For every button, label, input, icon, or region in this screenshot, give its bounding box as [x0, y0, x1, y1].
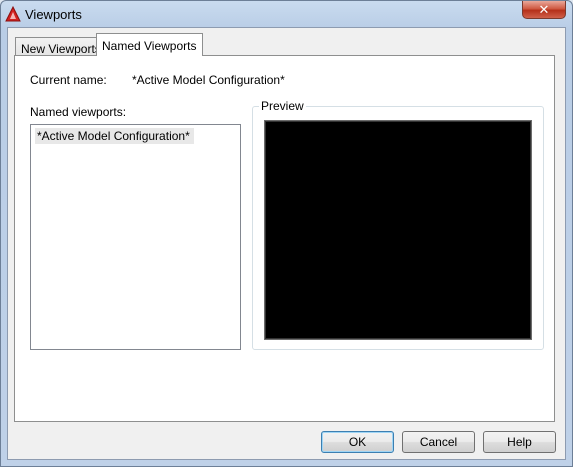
close-button[interactable]: ✕: [522, 1, 566, 19]
help-button[interactable]: Help: [483, 431, 556, 453]
named-viewports-panel: Current name: *Active Model Configuratio…: [14, 55, 555, 422]
current-name-value: *Active Model Configuration*: [132, 73, 285, 87]
preview-group-title: Preview: [259, 99, 306, 113]
viewports-dialog: Viewports ✕ New Viewports Named Viewport…: [0, 0, 573, 467]
current-name-label: Current name:: [30, 73, 107, 87]
preview-canvas: [264, 120, 532, 340]
tab-label: Named Viewports: [102, 39, 197, 53]
tab-new-viewports[interactable]: New Viewports: [15, 37, 107, 57]
dialog-client-area: New Viewports Named Viewports Current na…: [7, 27, 566, 460]
autocad-app-icon: [5, 6, 21, 22]
window-title: Viewports: [25, 7, 82, 22]
list-item[interactable]: *Active Model Configuration*: [35, 128, 194, 144]
ok-button[interactable]: OK: [321, 431, 394, 453]
named-viewports-label: Named viewports:: [30, 105, 127, 119]
tab-label: New Viewports: [21, 42, 101, 56]
title-bar[interactable]: Viewports ✕: [1, 1, 572, 27]
tab-named-viewports[interactable]: Named Viewports: [96, 33, 203, 56]
cancel-button[interactable]: Cancel: [402, 431, 475, 453]
named-viewports-list[interactable]: *Active Model Configuration*: [30, 124, 241, 350]
close-icon: ✕: [538, 1, 550, 17]
